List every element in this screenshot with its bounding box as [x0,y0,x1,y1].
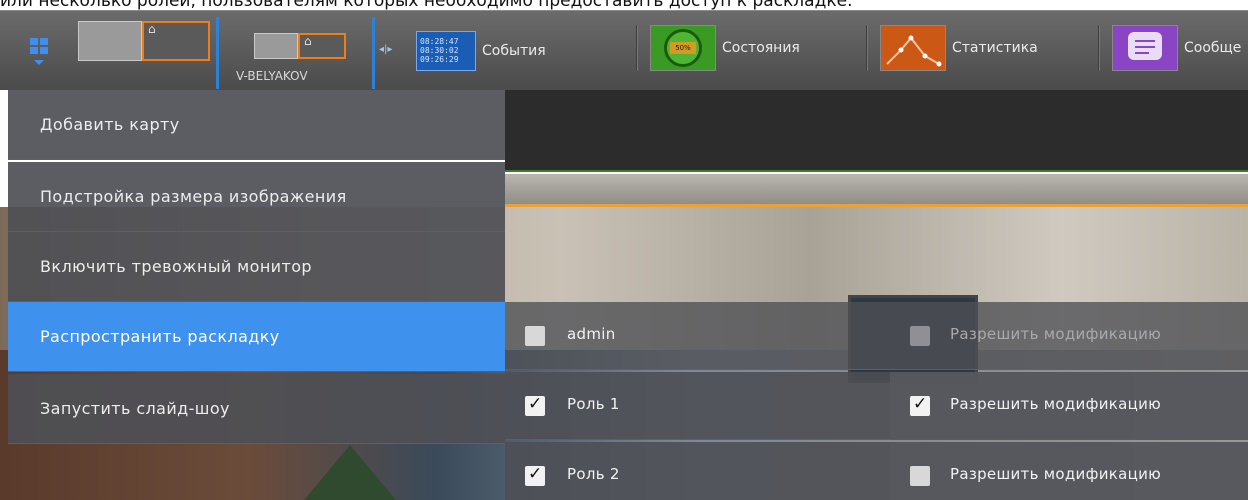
menu-item-fit-image[interactable]: Подстройка размера изображения [8,162,505,232]
top-toolbar: ⌂ ⌂ V-BELYAKOV ◂|▸ 08:28:47 08:30:02 09:… [0,10,1248,90]
toolbar-status[interactable]: 50% Состояния [650,25,800,71]
events-clock-icon: 08:28:47 08:30:02 09:26:29 [416,31,476,71]
allow-modify-label: Разрешить модификацию [950,325,1162,343]
role-name: Роль 1 [567,395,620,413]
role-name: Роль 2 [567,465,620,483]
events-label: События [482,43,546,59]
menu-item-slideshow[interactable]: Запустить слайд-шоу [8,374,505,444]
allow-modify-label: Разрешить модификацию [950,395,1162,413]
role-name: admin [567,325,616,343]
menu-item-add-map[interactable]: Добавить карту [8,90,505,160]
resize-split-icon[interactable]: ◂|▸ [379,44,392,55]
toolbar-statistics[interactable]: Статистика [880,25,1038,71]
chevron-down-icon [34,59,44,65]
status-gauge-icon: 50% [650,25,716,71]
roles-panel: admin Разрешить модификацию Роль 1 Разре… [505,302,1248,500]
role-row-role1: Роль 1 Разрешить модификацию [505,372,1248,440]
layouts-menu-button[interactable] [12,11,66,91]
layout-thumbnail-1[interactable]: ⌂ [78,21,210,61]
toolbar-messages[interactable]: Сообще [1112,25,1241,71]
home-icon: ⌂ [304,34,312,48]
toolbar-divider [636,25,638,71]
toolbar-separator [216,17,219,89]
toolbar-events[interactable]: 08:28:47 08:30:02 09:26:29 События [416,28,546,74]
toolbar-divider [866,25,868,71]
statistics-label: Статистика [952,40,1038,56]
messages-icon [1112,25,1178,71]
layout-context-menu: Добавить карту Подстройка размера изобра… [8,90,505,500]
role-checkbox[interactable] [525,394,545,416]
layout-thumbnail-2[interactable]: ⌂ [254,33,346,59]
clock-line: 08:28:47 [420,37,459,46]
grid-icon [30,37,48,54]
allow-modify-label: Разрешить модификацию [950,465,1162,483]
menu-item-share-layout[interactable]: Распространить раскладку [8,302,505,372]
toolbar-separator [372,17,375,89]
status-label: Состояния [722,40,800,56]
role-row-role2: Роль 2 Разрешить модификацию [505,442,1248,500]
role-checkbox[interactable] [525,326,545,346]
server-label: V-BELYAKOV [236,69,308,83]
messages-label: Сообще [1184,40,1242,56]
allow-modify-checkbox[interactable] [910,466,930,486]
clock-line: 09:26:29 [420,55,459,64]
statistics-chart-icon [880,25,946,71]
clock-line: 08:30:02 [420,46,459,55]
home-icon: ⌂ [148,22,156,36]
allow-modify-checkbox[interactable] [910,326,930,346]
status-pill: 50% [670,42,696,54]
role-row-admin: admin Разрешить модификацию [505,302,1248,370]
menu-item-alarm-monitor[interactable]: Включить тревожный монитор [8,232,505,302]
role-checkbox[interactable] [525,464,545,486]
toolbar-divider [1098,25,1100,71]
allow-modify-checkbox[interactable] [910,394,930,416]
